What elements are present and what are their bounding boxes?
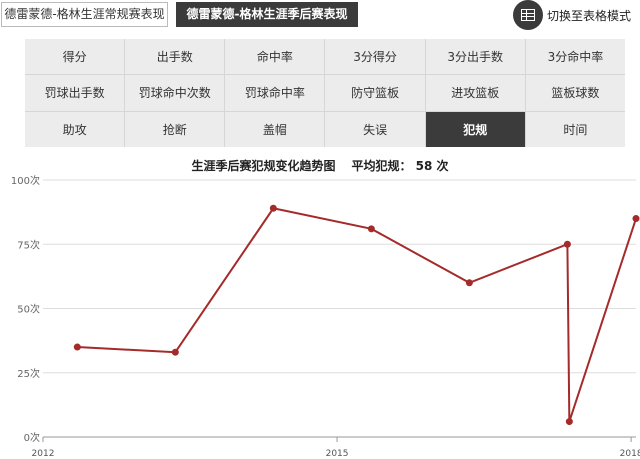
data-point: [565, 418, 573, 426]
y-tick-label: 0次: [24, 431, 40, 444]
fouls-trend-chart: 0次 25次 50次 75次 100次 2012 2015 2018: [11, 174, 640, 459]
data-point: [171, 348, 179, 356]
x-tick-label: 2012: [32, 449, 55, 459]
data-point: [465, 279, 473, 287]
data-point: [563, 240, 571, 248]
y-tick-label: 25次: [17, 367, 40, 380]
y-tick-label: 50次: [17, 303, 40, 316]
series-line: [77, 207, 637, 422]
data-point: [269, 204, 277, 212]
data-point: [632, 215, 640, 223]
x-tick-label: 2018: [620, 449, 640, 459]
y-tick-label: 100次: [11, 174, 40, 187]
x-tick-label: 2015: [326, 449, 349, 459]
y-tick-label: 75次: [17, 238, 40, 251]
data-point: [73, 343, 81, 351]
data-point: [367, 225, 375, 233]
